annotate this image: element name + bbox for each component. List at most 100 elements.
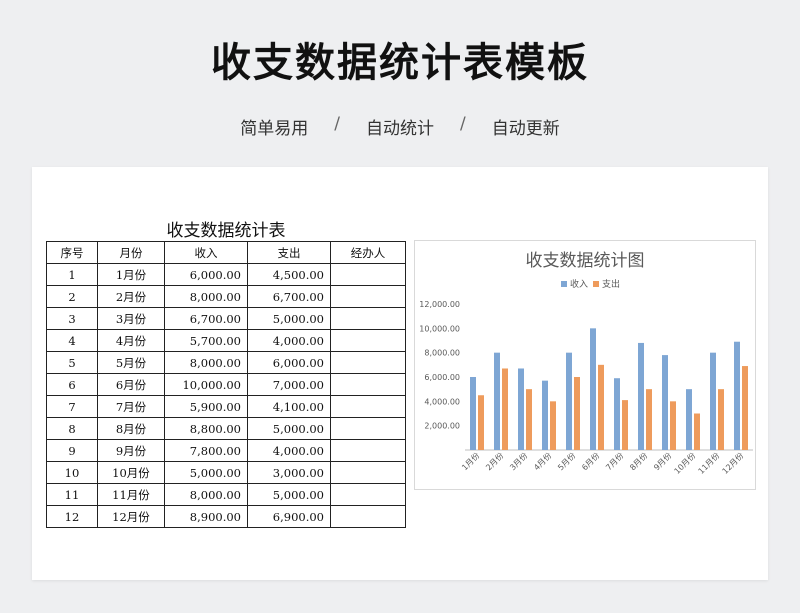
row-index-cell[interactable]: 11 <box>46 483 98 506</box>
x-tick-label: 8月份 <box>627 450 649 472</box>
bar-income <box>710 352 716 450</box>
row-income-cell[interactable]: 8,000.00 <box>164 351 248 374</box>
row-income-cell[interactable]: 6,700.00 <box>164 307 248 330</box>
legend-swatch <box>561 281 567 287</box>
row-month-cell[interactable]: 10月份 <box>97 461 165 484</box>
row-index-cell[interactable]: 6 <box>46 373 98 396</box>
x-tick-label: 4月份 <box>531 450 553 472</box>
table-row: 10 10月份 5,000.00 3,000.00 <box>46 461 406 484</box>
row-handler-cell[interactable] <box>330 263 406 286</box>
row-handler-cell[interactable] <box>330 483 406 506</box>
bar-income <box>614 378 620 450</box>
row-handler-cell[interactable] <box>330 285 406 308</box>
row-income-cell[interactable]: 10,000.00 <box>164 373 248 396</box>
row-income-cell[interactable]: 6,000.00 <box>164 263 248 286</box>
row-handler-cell[interactable] <box>330 505 406 528</box>
row-index-cell[interactable]: 3 <box>46 307 98 330</box>
row-expense-cell[interactable]: 7,000.00 <box>247 373 331 396</box>
bar-income <box>566 352 572 450</box>
row-month-cell[interactable]: 9月份 <box>97 439 165 462</box>
bar-income <box>638 342 644 450</box>
row-handler-cell[interactable] <box>330 351 406 374</box>
bar-chart: 收支数据统计图收入 支出 2,000.00 4,000.00 6,000.00 8,000… <box>419 251 753 476</box>
row-month-cell[interactable]: 11月份 <box>97 483 165 506</box>
row-month-cell[interactable]: 5月份 <box>97 351 165 374</box>
row-income-cell[interactable]: 8,900.00 <box>164 505 248 528</box>
table-row: 12 12月份 8,900.00 6,900.00 <box>46 505 406 528</box>
row-handler-cell[interactable] <box>330 395 406 418</box>
row-income-cell[interactable]: 5,000.00 <box>164 461 248 484</box>
table-title: 收支数据统计表 <box>166 221 286 241</box>
bar-expense <box>742 366 748 450</box>
row-month-cell[interactable]: 4月份 <box>97 329 165 352</box>
row-handler-cell[interactable] <box>330 461 406 484</box>
row-month-cell[interactable]: 1月份 <box>97 263 165 286</box>
row-index-cell[interactable]: 2 <box>46 285 98 308</box>
row-income-cell[interactable]: 8,000.00 <box>164 483 248 506</box>
row-index-cell[interactable]: 4 <box>46 329 98 352</box>
chart-title: 收支数据统计图 <box>526 251 645 271</box>
bar-expense <box>670 401 676 450</box>
row-expense-cell[interactable]: 3,000.00 <box>247 461 331 484</box>
row-handler-cell[interactable] <box>330 329 406 352</box>
row-income-cell[interactable]: 8,800.00 <box>164 417 248 440</box>
row-handler-cell[interactable] <box>330 439 406 462</box>
row-handler-cell[interactable] <box>330 307 406 330</box>
row-expense-cell[interactable]: 5,000.00 <box>247 307 331 330</box>
table-row: 6 6月份 10,000.00 7,000.00 <box>46 373 406 396</box>
header-cell-month[interactable]: 月份 <box>97 241 165 264</box>
row-income-cell[interactable]: 7,800.00 <box>164 439 248 462</box>
row-index-cell[interactable]: 5 <box>46 351 98 374</box>
row-month-cell[interactable]: 12月份 <box>97 505 165 528</box>
row-expense-cell[interactable]: 4,000.00 <box>247 329 331 352</box>
row-month-cell[interactable]: 2月份 <box>97 285 165 308</box>
row-index-cell[interactable]: 9 <box>46 439 98 462</box>
row-expense-cell[interactable]: 5,000.00 <box>247 483 331 506</box>
x-tick-label: 1月份 <box>459 450 481 472</box>
bar-income <box>494 352 500 450</box>
bar-expense <box>574 377 580 450</box>
bar-income <box>542 380 548 450</box>
row-index-cell[interactable]: 10 <box>46 461 98 484</box>
row-month-cell[interactable]: 8月份 <box>97 417 165 440</box>
bar-income <box>686 389 692 450</box>
row-handler-cell[interactable] <box>330 373 406 396</box>
x-tick-label: 3月份 <box>507 450 529 472</box>
row-expense-cell[interactable]: 6,900.00 <box>247 505 331 528</box>
bar-expense <box>502 368 508 450</box>
x-tick-label: 5月份 <box>555 450 577 472</box>
row-expense-cell[interactable]: 5,000.00 <box>247 417 331 440</box>
row-index-cell[interactable]: 7 <box>46 395 98 418</box>
bar-income <box>662 355 668 450</box>
row-income-cell[interactable]: 8,000.00 <box>164 285 248 308</box>
row-handler-cell[interactable] <box>330 417 406 440</box>
row-month-cell[interactable]: 6月份 <box>97 373 165 396</box>
row-index-cell[interactable]: 8 <box>46 417 98 440</box>
bar-expense <box>598 364 604 450</box>
header-cell-expense[interactable]: 支出 <box>247 241 331 264</box>
row-expense-cell[interactable]: 4,100.00 <box>247 395 331 418</box>
chart-container[interactable]: 收支数据统计图 收入 支出 2,000.00 4,000.00 6,000.00 8,000… <box>414 240 756 490</box>
bar-expense <box>646 389 652 450</box>
row-income-cell[interactable]: 5,700.00 <box>164 329 248 352</box>
x-tick-label: 10月份 <box>672 450 698 476</box>
header-cell-income[interactable]: 收入 <box>164 241 248 264</box>
bar-expense <box>478 395 484 450</box>
row-expense-cell[interactable]: 4,000.00 <box>247 439 331 462</box>
header-cell-index[interactable]: 序号 <box>46 241 98 264</box>
x-tick-label: 11月份 <box>696 450 722 476</box>
x-tick-label: 9月份 <box>651 450 673 472</box>
row-expense-cell[interactable]: 6,000.00 <box>247 351 331 374</box>
row-index-cell[interactable]: 12 <box>46 505 98 528</box>
row-expense-cell[interactable]: 6,700.00 <box>247 285 331 308</box>
subtitle-separator: / <box>334 114 340 134</box>
header-cell-handler[interactable]: 经办人 <box>330 241 406 264</box>
row-income-cell[interactable]: 5,900.00 <box>164 395 248 418</box>
subtitle: 简单易用 / 自动统计 / 自动更新 <box>0 114 800 139</box>
row-month-cell[interactable]: 7月份 <box>97 395 165 418</box>
row-index-cell[interactable]: 1 <box>46 263 98 286</box>
table-row: 9 9月份 7,800.00 4,000.00 <box>46 439 406 462</box>
row-expense-cell[interactable]: 4,500.00 <box>247 263 331 286</box>
subtitle-separator: / <box>460 114 466 134</box>
row-month-cell[interactable]: 3月份 <box>97 307 165 330</box>
